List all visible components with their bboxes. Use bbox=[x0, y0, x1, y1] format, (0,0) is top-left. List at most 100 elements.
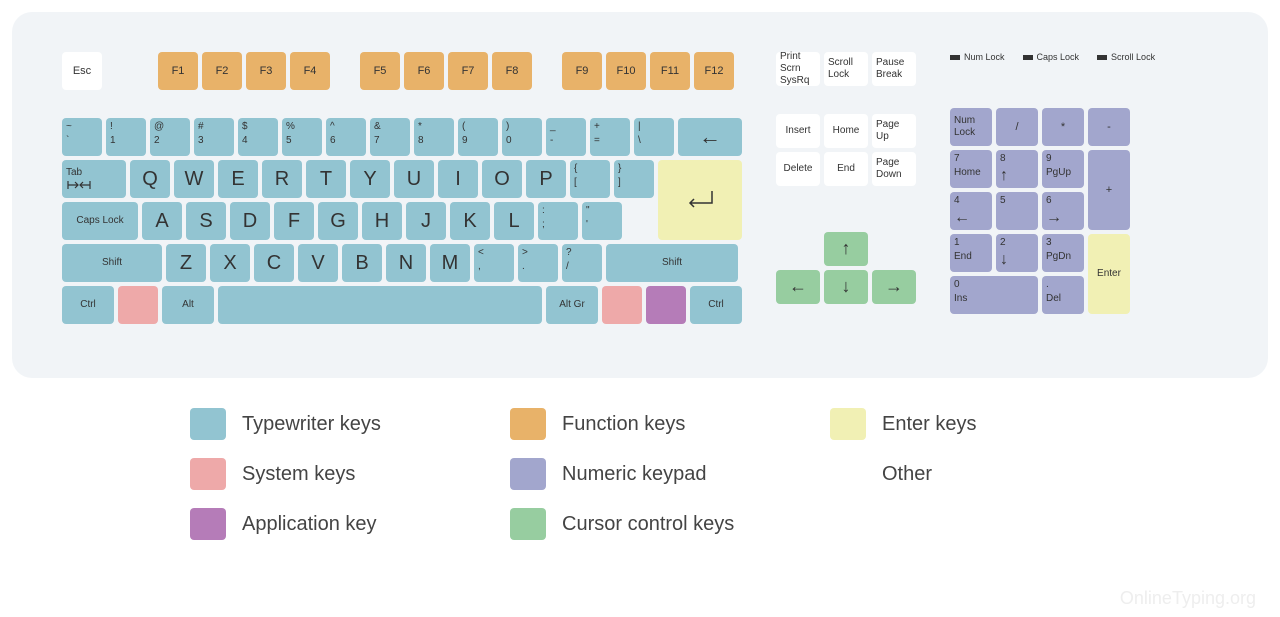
key-f6[interactable]: F6 bbox=[404, 52, 444, 90]
key-enter[interactable] bbox=[658, 160, 742, 240]
key-k[interactable]: K bbox=[450, 202, 490, 240]
key-alt-left[interactable]: Alt bbox=[162, 286, 214, 324]
key-9[interactable]: (9 bbox=[458, 118, 498, 156]
key-backspace[interactable]: ← bbox=[678, 118, 742, 156]
key-np-minus[interactable]: - bbox=[1088, 108, 1130, 146]
key-np-1[interactable]: 1End bbox=[950, 234, 992, 272]
key-f5[interactable]: F5 bbox=[360, 52, 400, 90]
key-q[interactable]: Q bbox=[130, 160, 170, 198]
key-d[interactable]: D bbox=[230, 202, 270, 240]
key-7[interactable]: &7 bbox=[370, 118, 410, 156]
key-np-6[interactable]: 6→ bbox=[1042, 192, 1084, 230]
key-n[interactable]: N bbox=[386, 244, 426, 282]
key-t[interactable]: T bbox=[306, 160, 346, 198]
key-o[interactable]: O bbox=[482, 160, 522, 198]
key-j[interactable]: J bbox=[406, 202, 446, 240]
key-space[interactable] bbox=[218, 286, 542, 324]
key-np-multiply[interactable]: * bbox=[1042, 108, 1084, 146]
key-ctrl-left[interactable]: Ctrl bbox=[62, 286, 114, 324]
key-2[interactable]: @2 bbox=[150, 118, 190, 156]
key-0[interactable]: )0 bbox=[502, 118, 542, 156]
key-w[interactable]: W bbox=[174, 160, 214, 198]
key-5[interactable]: %5 bbox=[282, 118, 322, 156]
key-u[interactable]: U bbox=[394, 160, 434, 198]
key-lbracket[interactable]: {[ bbox=[570, 160, 610, 198]
key-pageup[interactable]: Page Up bbox=[872, 114, 916, 148]
key-np-9[interactable]: 9PgUp bbox=[1042, 150, 1084, 188]
key-delete[interactable]: Delete bbox=[776, 152, 820, 186]
key-np-5[interactable]: 5 bbox=[996, 192, 1038, 230]
key-altgr[interactable]: Alt Gr bbox=[546, 286, 598, 324]
key-p[interactable]: P bbox=[526, 160, 566, 198]
key-np-plus[interactable]: + bbox=[1088, 150, 1130, 230]
key-home[interactable]: Home bbox=[824, 114, 868, 148]
key-np-2[interactable]: 2↓ bbox=[996, 234, 1038, 272]
key-s[interactable]: S bbox=[186, 202, 226, 240]
key-pagedown[interactable]: Page Down bbox=[872, 152, 916, 186]
key-esc[interactable]: Esc bbox=[62, 52, 102, 90]
key-1[interactable]: !1 bbox=[106, 118, 146, 156]
key-arrow-down[interactable]: ↓ bbox=[824, 270, 868, 304]
key-r[interactable]: R bbox=[262, 160, 302, 198]
key-insert[interactable]: Insert bbox=[776, 114, 820, 148]
key-b[interactable]: B bbox=[342, 244, 382, 282]
key-end[interactable]: End bbox=[824, 152, 868, 186]
key-np-3[interactable]: 3PgDn bbox=[1042, 234, 1084, 272]
key-f2[interactable]: F2 bbox=[202, 52, 242, 90]
key-np-8[interactable]: 8↑ bbox=[996, 150, 1038, 188]
key-equals[interactable]: += bbox=[590, 118, 630, 156]
key-f10[interactable]: F10 bbox=[606, 52, 646, 90]
key-comma[interactable]: <, bbox=[474, 244, 514, 282]
key-np-divide[interactable]: / bbox=[996, 108, 1038, 146]
key-h[interactable]: H bbox=[362, 202, 402, 240]
key-ctrl-right[interactable]: Ctrl bbox=[690, 286, 742, 324]
key-slash[interactable]: ?/ bbox=[562, 244, 602, 282]
key-period[interactable]: >. bbox=[518, 244, 558, 282]
key-x[interactable]: X bbox=[210, 244, 250, 282]
key-f7[interactable]: F7 bbox=[448, 52, 488, 90]
key-4[interactable]: $4 bbox=[238, 118, 278, 156]
key-shift-left[interactable]: Shift bbox=[62, 244, 162, 282]
key-e[interactable]: E bbox=[218, 160, 258, 198]
key-a[interactable]: A bbox=[142, 202, 182, 240]
key-semicolon[interactable]: :; bbox=[538, 202, 578, 240]
key-menu[interactable] bbox=[646, 286, 686, 324]
key-np-7[interactable]: 7Home bbox=[950, 150, 992, 188]
key-np-0[interactable]: 0Ins bbox=[950, 276, 1038, 314]
key-6[interactable]: ^6 bbox=[326, 118, 366, 156]
key-np-decimal[interactable]: .Del bbox=[1042, 276, 1084, 314]
key-scroll-lock[interactable]: Scroll Lock bbox=[824, 52, 868, 86]
key-num-lock[interactable]: Num Lock bbox=[950, 108, 992, 146]
key-8[interactable]: *8 bbox=[414, 118, 454, 156]
key-tab[interactable]: Tab bbox=[62, 160, 126, 198]
key-g[interactable]: G bbox=[318, 202, 358, 240]
key-v[interactable]: V bbox=[298, 244, 338, 282]
key-arrow-right[interactable]: → bbox=[872, 270, 916, 304]
key-f8[interactable]: F8 bbox=[492, 52, 532, 90]
key-pause[interactable]: Pause Break bbox=[872, 52, 916, 86]
key-y[interactable]: Y bbox=[350, 160, 390, 198]
key-printscreen[interactable]: Print Scrn SysRq bbox=[776, 52, 820, 86]
key-win-left[interactable] bbox=[118, 286, 158, 324]
key-f[interactable]: F bbox=[274, 202, 314, 240]
key-rbracket[interactable]: }] bbox=[614, 160, 654, 198]
key-f4[interactable]: F4 bbox=[290, 52, 330, 90]
key-z[interactable]: Z bbox=[166, 244, 206, 282]
key-f12[interactable]: F12 bbox=[694, 52, 734, 90]
key-backslash[interactable]: |\ bbox=[634, 118, 674, 156]
key-f1[interactable]: F1 bbox=[158, 52, 198, 90]
key-np-4[interactable]: 4← bbox=[950, 192, 992, 230]
key-minus[interactable]: _- bbox=[546, 118, 586, 156]
key-m[interactable]: M bbox=[430, 244, 470, 282]
key-3[interactable]: #3 bbox=[194, 118, 234, 156]
key-caps-lock[interactable]: Caps Lock bbox=[62, 202, 138, 240]
key-arrow-up[interactable]: ↑ bbox=[824, 232, 868, 266]
key-grave[interactable]: ~` bbox=[62, 118, 102, 156]
key-f9[interactable]: F9 bbox=[562, 52, 602, 90]
key-shift-right[interactable]: Shift bbox=[606, 244, 738, 282]
key-quote[interactable]: "' bbox=[582, 202, 622, 240]
key-win-right[interactable] bbox=[602, 286, 642, 324]
key-i[interactable]: I bbox=[438, 160, 478, 198]
key-c[interactable]: C bbox=[254, 244, 294, 282]
key-np-enter[interactable]: Enter bbox=[1088, 234, 1130, 314]
